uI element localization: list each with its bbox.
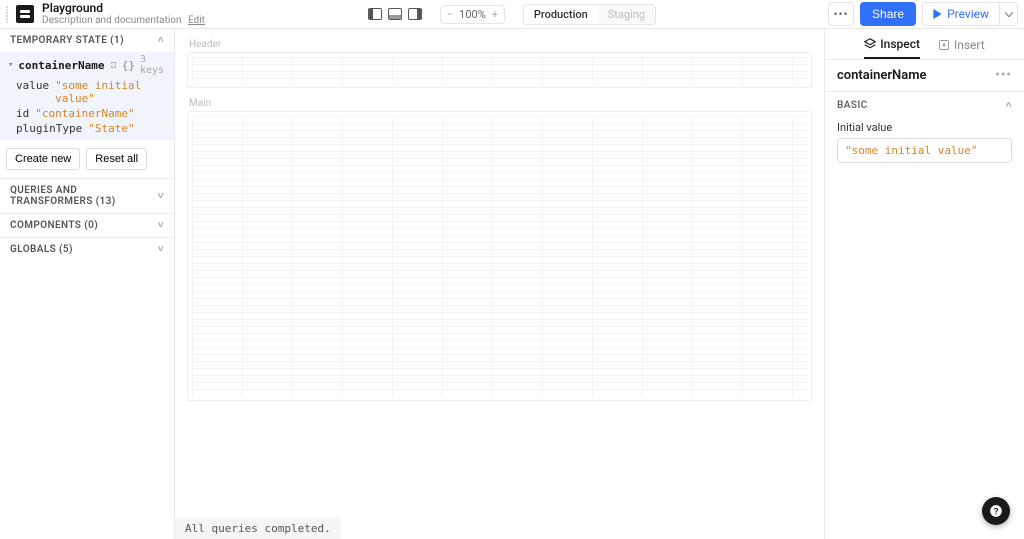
preview-button[interactable]: Preview bbox=[922, 2, 1000, 26]
ellipsis-icon: ••• bbox=[833, 7, 848, 21]
chevron-down-icon bbox=[1005, 12, 1013, 17]
toggle-left-panel-icon[interactable] bbox=[368, 8, 382, 20]
tree-prop-id[interactable]: id "containerName" bbox=[0, 106, 174, 121]
section-globals[interactable]: GLOBALS (5) ˅ bbox=[0, 237, 174, 261]
prop-value: "containerName" bbox=[35, 107, 134, 120]
env-staging-tab[interactable]: Staging bbox=[598, 5, 655, 24]
preview-label: Preview bbox=[947, 7, 989, 21]
zoom-control: − 100% + bbox=[440, 5, 505, 24]
preview-dropdown-button[interactable] bbox=[1000, 2, 1018, 26]
canvas-main-container[interactable] bbox=[187, 111, 812, 401]
prop-key: value bbox=[16, 79, 49, 105]
state-icon bbox=[110, 60, 117, 70]
zoom-in-button[interactable]: + bbox=[492, 8, 498, 21]
inspector-title[interactable]: containerName bbox=[837, 68, 927, 83]
share-button[interactable]: Share bbox=[860, 2, 916, 26]
section-label: BASIC bbox=[837, 100, 868, 111]
section-temporary-state[interactable]: TEMPORARY STATE (1) ˄ bbox=[0, 29, 174, 52]
state-tree: ▾ containerName {} 3 keys value "some in… bbox=[0, 52, 174, 140]
reset-all-button[interactable]: Reset all bbox=[86, 148, 147, 170]
zoom-value: 100% bbox=[459, 8, 486, 21]
section-label: TEMPORARY STATE (1) bbox=[10, 35, 124, 46]
tree-braces: {} bbox=[122, 59, 135, 72]
inspector-title-row: containerName ••• bbox=[825, 60, 1024, 92]
top-bar: Playground Description and documentation… bbox=[0, 0, 1024, 29]
chevron-down-icon: ˅ bbox=[158, 244, 164, 255]
caret-down-icon: ▾ bbox=[8, 60, 13, 70]
chevron-down-icon: ˅ bbox=[158, 220, 164, 231]
tab-insert[interactable]: Insert bbox=[938, 37, 985, 59]
section-queries[interactable]: QUERIES AND TRANSFORMERS (13) ˅ bbox=[0, 178, 174, 213]
prop-value: "State" bbox=[88, 122, 134, 135]
tab-inspect[interactable]: Inspect bbox=[864, 37, 920, 59]
section-label: QUERIES AND TRANSFORMERS (13) bbox=[10, 185, 158, 207]
drag-handle-icon[interactable] bbox=[6, 6, 12, 23]
section-label: COMPONENTS (0) bbox=[10, 220, 98, 231]
zoom-out-button[interactable]: − bbox=[447, 8, 453, 21]
canvas-area: Header Main All queries completed. bbox=[175, 29, 824, 539]
panel-toggle-group bbox=[368, 8, 422, 20]
inspector-more-button[interactable]: ••• bbox=[995, 68, 1012, 83]
tree-node-name: containerName bbox=[18, 59, 104, 72]
right-panel: Inspect Insert containerName ••• BASIC ˄… bbox=[824, 29, 1024, 539]
app-title[interactable]: Playground bbox=[42, 1, 205, 15]
insert-icon bbox=[938, 39, 950, 51]
play-icon bbox=[933, 9, 942, 19]
toggle-right-panel-icon[interactable] bbox=[408, 8, 422, 20]
environment-toggle: Production Staging bbox=[523, 4, 656, 25]
tab-label: Inspect bbox=[880, 37, 920, 51]
tree-prop-plugintype[interactable]: pluginType "State" bbox=[0, 121, 174, 136]
canvas-header-label: Header bbox=[189, 39, 812, 50]
canvas-grid[interactable] bbox=[192, 57, 807, 83]
app-meta: Playground Description and documentation… bbox=[42, 1, 205, 27]
tree-prop-value[interactable]: value "some initial value" bbox=[0, 78, 174, 106]
prop-key: id bbox=[16, 107, 29, 120]
tree-keys-count: 3 keys bbox=[140, 54, 166, 76]
field-label-initial-value: Initial value bbox=[825, 119, 1024, 138]
left-panel: TEMPORARY STATE (1) ˄ ▾ containerName {}… bbox=[0, 29, 175, 539]
inspector-section-basic[interactable]: BASIC ˄ bbox=[825, 92, 1024, 119]
app-description: Description and documentation bbox=[42, 15, 182, 26]
help-icon bbox=[989, 504, 1003, 518]
create-new-button[interactable]: Create new bbox=[6, 148, 80, 170]
query-status: All queries completed. bbox=[175, 518, 341, 539]
app-logo-icon[interactable] bbox=[16, 5, 34, 23]
more-options-button[interactable]: ••• bbox=[828, 2, 854, 26]
canvas-main-label: Main bbox=[189, 98, 812, 109]
help-button[interactable] bbox=[982, 497, 1010, 525]
section-label: GLOBALS (5) bbox=[10, 244, 73, 255]
initial-value-input[interactable]: "some initial value" bbox=[837, 138, 1012, 163]
chevron-down-icon: ˅ bbox=[158, 191, 164, 202]
layers-icon bbox=[864, 38, 876, 50]
canvas-header-container[interactable] bbox=[187, 52, 812, 88]
chevron-up-icon: ˄ bbox=[158, 35, 164, 46]
prop-value: "some initial value" bbox=[55, 79, 174, 105]
canvas-grid[interactable] bbox=[192, 116, 807, 396]
toggle-bottom-panel-icon[interactable] bbox=[388, 8, 402, 20]
section-components[interactable]: COMPONENTS (0) ˅ bbox=[0, 213, 174, 237]
prop-key: pluginType bbox=[16, 122, 82, 135]
edit-description-link[interactable]: Edit bbox=[188, 15, 205, 26]
chevron-up-icon: ˄ bbox=[1006, 100, 1012, 111]
tree-node-container[interactable]: ▾ containerName {} 3 keys bbox=[0, 52, 174, 78]
tab-label: Insert bbox=[954, 38, 985, 52]
env-production-tab[interactable]: Production bbox=[524, 5, 598, 24]
